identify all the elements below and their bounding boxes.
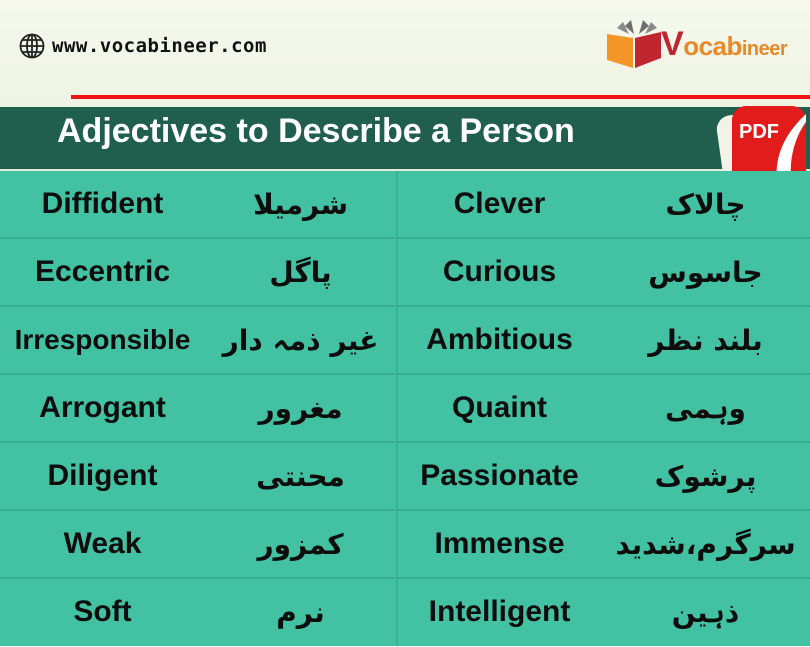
urdu-meaning: پاگل	[269, 255, 332, 289]
urdu-meaning: ذہین	[671, 595, 740, 629]
urdu-meaning: محنتی	[256, 459, 345, 493]
red-divider-line	[71, 95, 810, 99]
website-link[interactable]: www.vocabineer.com	[18, 32, 267, 60]
english-word: Curious	[442, 255, 557, 288]
pdf-label: PDF	[739, 121, 779, 143]
english-word: Clever	[453, 187, 546, 220]
table-row: Arrogant مغرور Quaint وہمی	[0, 375, 810, 443]
table-row: Irresponsible غیر ذمہ دار Ambitious بلند…	[0, 307, 810, 375]
vocabineer-logo: Vocabineer	[605, 18, 788, 70]
urdu-meaning: نرم	[276, 595, 325, 629]
english-word: Diffident	[41, 187, 164, 220]
english-word: Intelligent	[428, 595, 571, 628]
page-title: Adjectives to Describe a Person	[57, 112, 575, 150]
urdu-meaning: مغرور	[258, 391, 343, 425]
table-row: Weak کمزور Immense سرگرم،شدید	[0, 511, 810, 579]
urdu-meaning: بلند نظر	[648, 323, 763, 357]
urdu-meaning: شرمیلا	[253, 187, 348, 221]
logo-initial: V	[661, 25, 684, 63]
english-word: Soft	[73, 595, 132, 628]
urdu-meaning: پرشوک	[654, 459, 757, 493]
globe-icon	[19, 33, 45, 59]
english-word: Weak	[63, 527, 142, 560]
english-word: Diligent	[47, 459, 158, 492]
table-row: Diligent محنتی Passionate پرشوک	[0, 443, 810, 511]
open-book-icon	[607, 20, 661, 68]
table-row: Eccentric پاگل Curious جاسوس	[0, 239, 810, 307]
table-row: Diffident شرمیلا Clever چالاک	[0, 171, 810, 239]
english-word: Arrogant	[39, 391, 166, 424]
table-row: Soft نرم Intelligent ذہین	[0, 579, 810, 647]
urdu-meaning: غیر ذمہ دار	[222, 323, 379, 357]
english-word: Immense	[434, 527, 565, 560]
column-divider	[396, 171, 398, 646]
english-word: Quaint	[452, 391, 547, 424]
english-word: Passionate	[420, 459, 579, 492]
logo-text-b: ineer	[741, 38, 788, 60]
urdu-meaning: چالاک	[665, 187, 746, 221]
urdu-meaning: وہمی	[665, 391, 746, 425]
urdu-meaning: جاسوس	[648, 255, 763, 289]
urdu-meaning: سرگرم،شدید	[615, 527, 796, 561]
english-word: Eccentric	[34, 255, 171, 288]
urdu-meaning: کمزور	[257, 527, 344, 561]
website-url[interactable]: www.vocabineer.com	[52, 35, 267, 57]
logo-text-a: ocab	[683, 31, 742, 61]
english-word: Ambitious	[426, 323, 573, 356]
english-word: Irresponsible	[14, 324, 191, 355]
